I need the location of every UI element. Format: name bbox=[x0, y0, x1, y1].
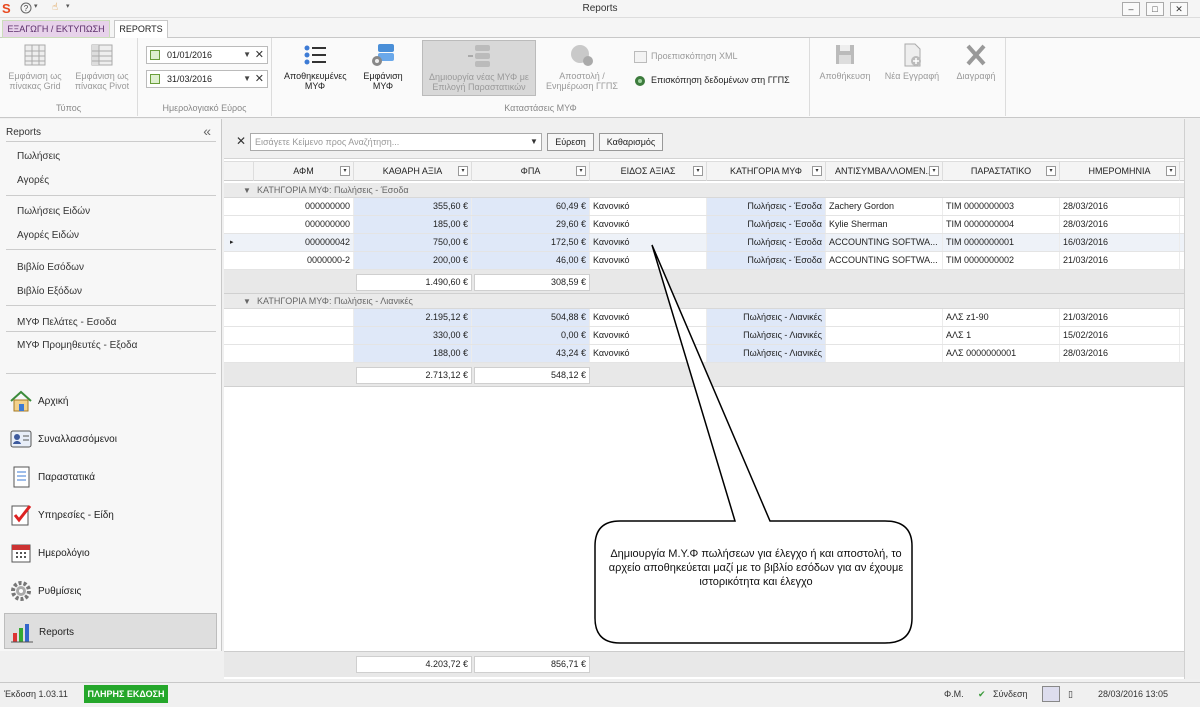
fm-label[interactable]: Φ.Μ. bbox=[944, 689, 964, 699]
connect-label[interactable]: Σύνδεση bbox=[993, 689, 1028, 699]
app-window: S ? ▾ ☝ ▾ Reports – □ ✕ ΕΞΑΓΩΓΗ / ΕΚΤΥΠΩ… bbox=[0, 0, 1200, 707]
callout-text: Δημιουργία Μ.Υ.Φ πωλήσεων για έλεγχο ή κ… bbox=[608, 548, 904, 588]
check-icon: ✔ bbox=[978, 689, 986, 699]
edition-badge: ΠΛΗΡΗΣ ΕΚΔΟΣΗ bbox=[84, 685, 168, 703]
book-icon[interactable]: ▯ bbox=[1068, 689, 1073, 700]
datetime-label: 28/03/2016 13:05 bbox=[1098, 689, 1169, 699]
callout-bubble bbox=[594, 244, 913, 644]
layout-icon[interactable] bbox=[1042, 686, 1060, 702]
version-label: Έκδοση 1.03.11 bbox=[4, 689, 68, 699]
status-bar: Έκδοση 1.03.11 ΠΛΗΡΗΣ ΕΚΔΟΣΗ Φ.Μ. ✔ Σύνδ… bbox=[0, 682, 1200, 707]
